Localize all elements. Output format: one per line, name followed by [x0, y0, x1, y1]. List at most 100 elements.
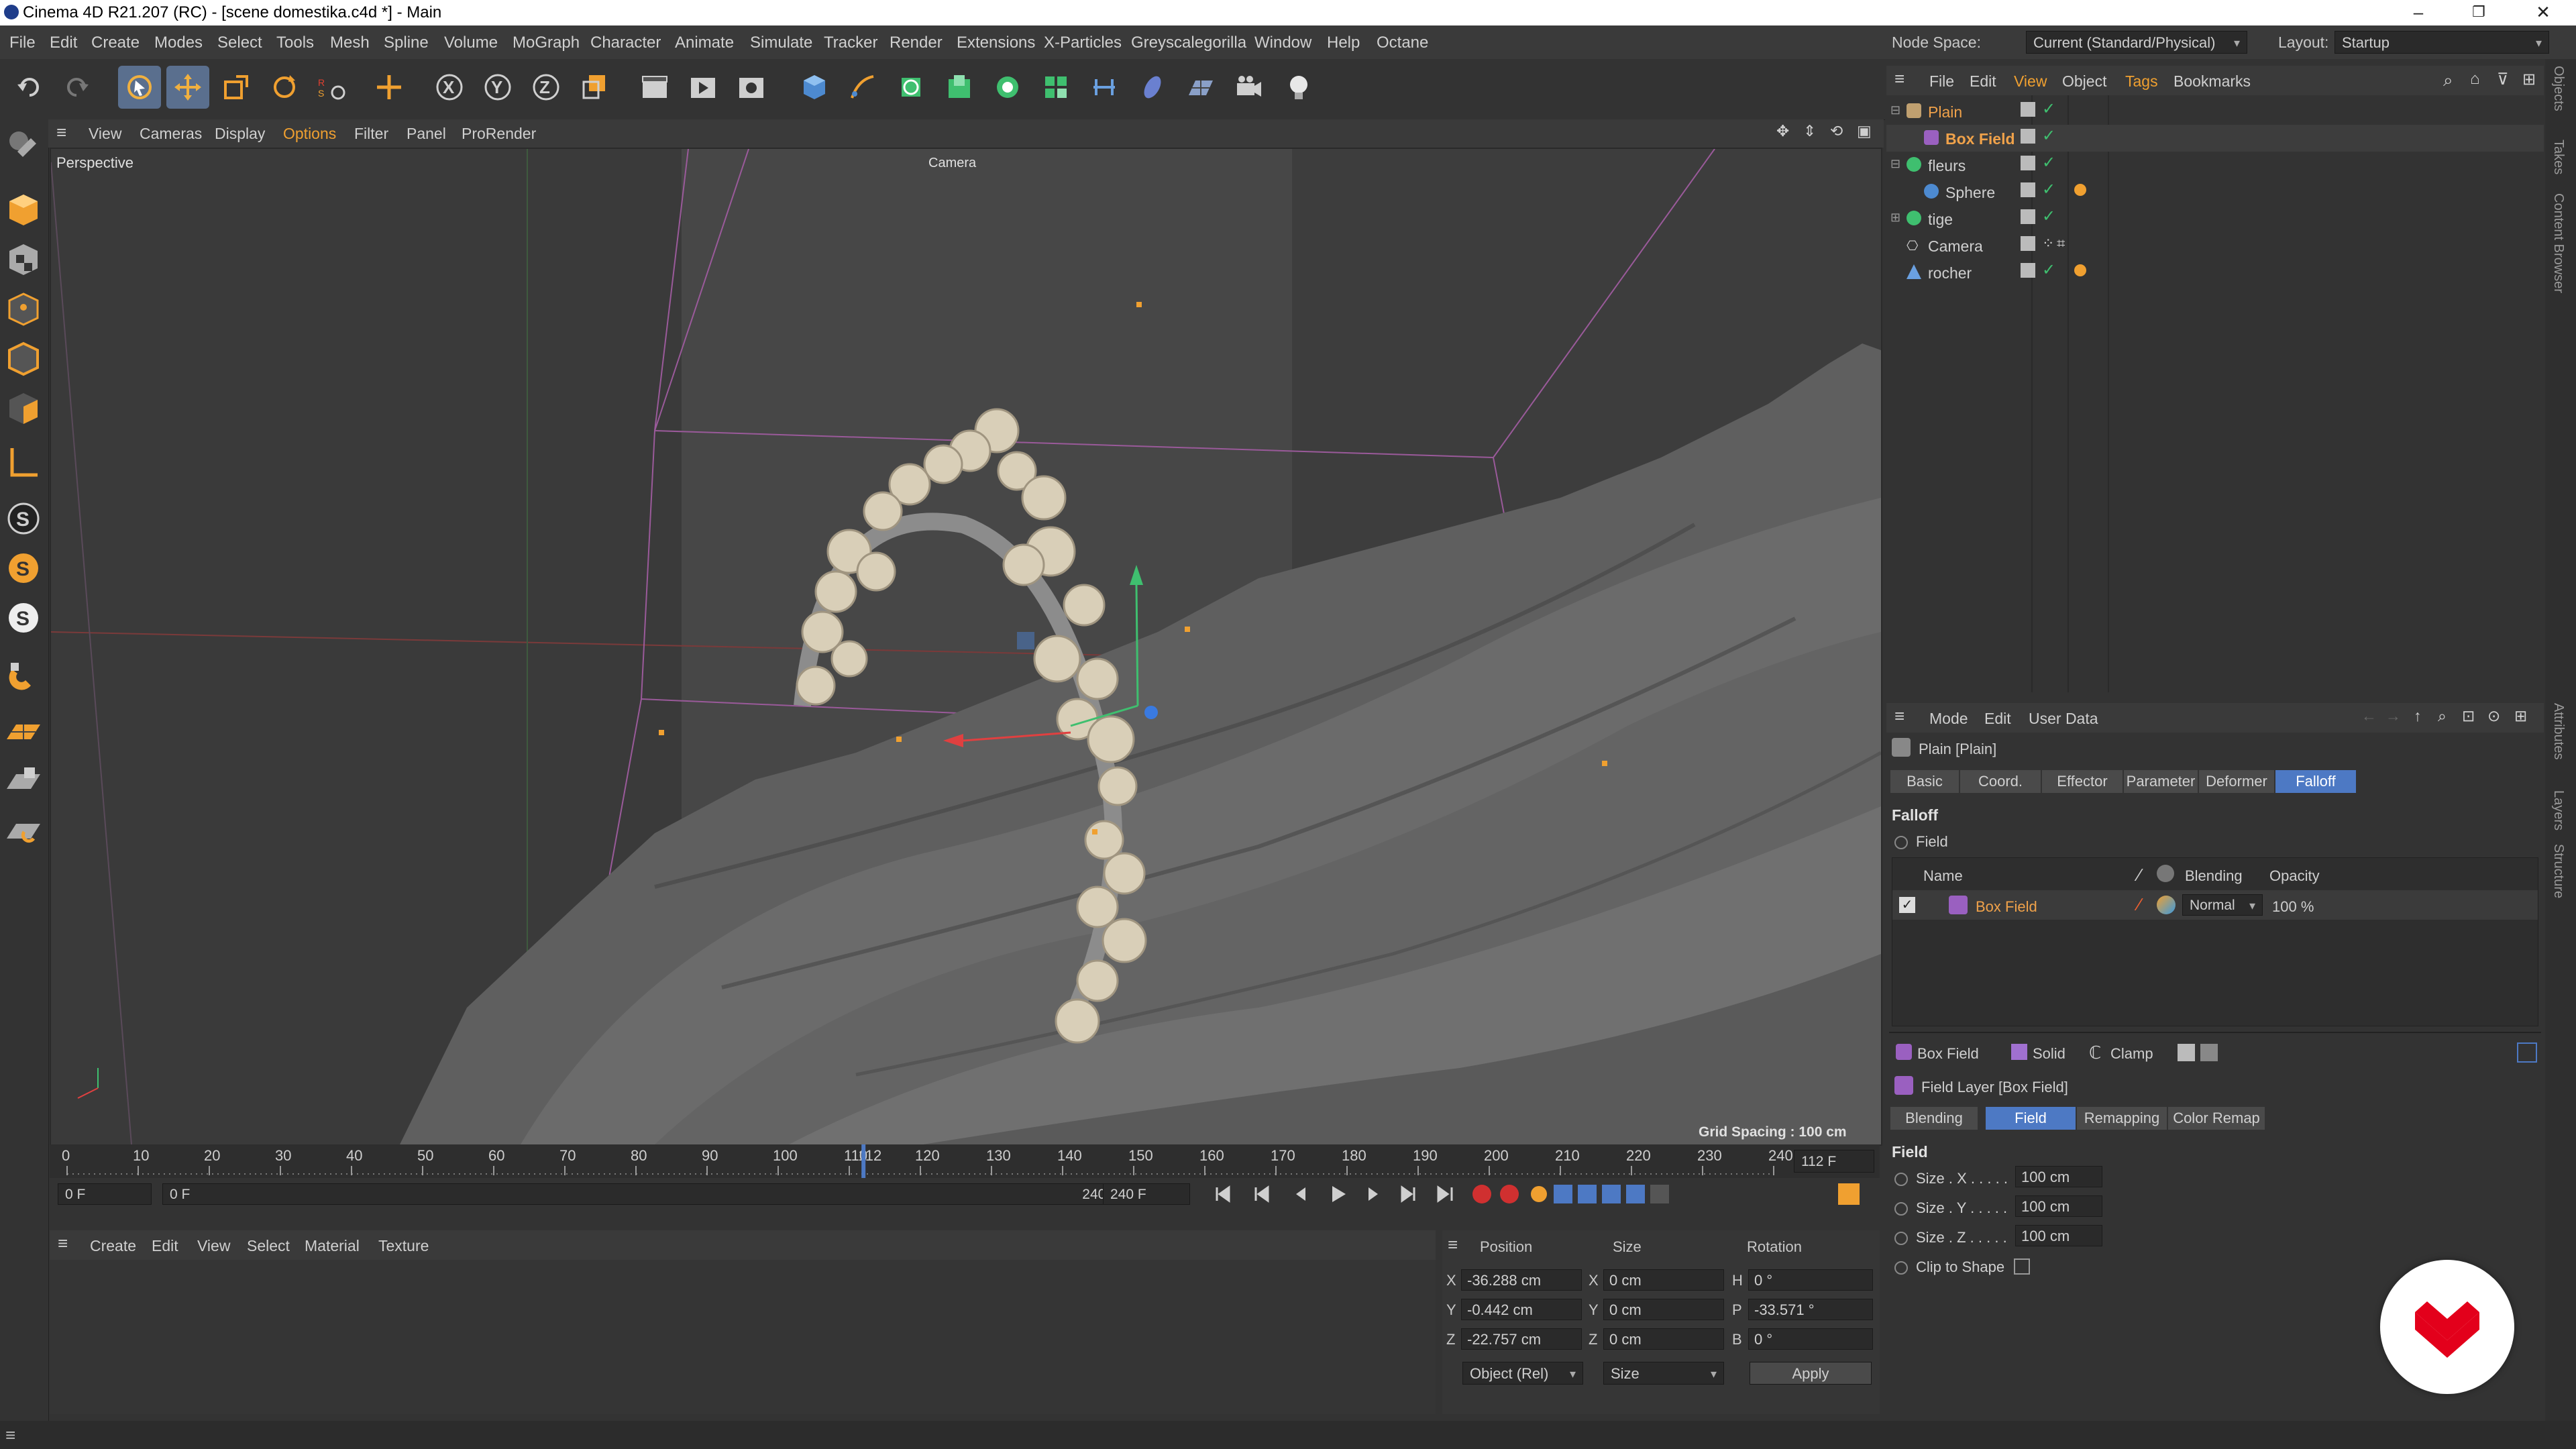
- quantize-button[interactable]: [4, 812, 43, 851]
- subdivision-surface-button[interactable]: [890, 66, 932, 109]
- new-panel-icon[interactable]: ⊞: [2514, 707, 2527, 725]
- object-row-fleurs[interactable]: ⊟ fleurs ✓: [1886, 152, 2544, 178]
- axis-mode-button[interactable]: [4, 443, 43, 482]
- attr-menu-edit[interactable]: Edit: [1984, 710, 2011, 728]
- size-x-field[interactable]: 0 cm: [1603, 1269, 1724, 1291]
- tab-basic[interactable]: Basic: [1890, 770, 1959, 793]
- mograph-effector-button[interactable]: [1034, 66, 1077, 109]
- menu-modes[interactable]: Modes: [154, 34, 203, 52]
- solo-hierarchy-button[interactable]: S: [4, 549, 43, 588]
- viewport-menu-view[interactable]: View: [89, 125, 121, 143]
- apply-button[interactable]: Apply: [1750, 1362, 1872, 1385]
- render-picture-viewer-button[interactable]: [682, 66, 724, 109]
- polygons-mode-button[interactable]: [4, 389, 43, 428]
- panel-menu-icon[interactable]: ≡: [58, 1233, 68, 1254]
- attr-menu-user-data[interactable]: User Data: [2029, 710, 2098, 728]
- menu-render[interactable]: Render: [890, 34, 943, 52]
- viewport-menu-panel[interactable]: Panel: [407, 125, 446, 143]
- curve-icon[interactable]: ∕: [2138, 894, 2141, 915]
- rotation-h-field[interactable]: 0 °: [1748, 1269, 1873, 1291]
- material-menu-view[interactable]: View: [197, 1237, 230, 1255]
- add-modifier-icon[interactable]: [2178, 1044, 2195, 1061]
- points-mode-button[interactable]: [4, 290, 43, 329]
- tab-layer-remapping[interactable]: Remapping: [2077, 1107, 2167, 1130]
- phong-tag-icon[interactable]: [2074, 184, 2086, 196]
- menu-spline[interactable]: Spline: [384, 34, 429, 52]
- rotate-tool-button[interactable]: [263, 66, 306, 109]
- tab-parameter[interactable]: Parameter: [2124, 770, 2198, 793]
- menu-animate[interactable]: Animate: [675, 34, 734, 52]
- perspective-viewport[interactable]: Perspective Camera Grid Spacing : 100 cm: [50, 148, 1882, 1146]
- viewport-menu-cameras[interactable]: Cameras: [140, 125, 202, 143]
- position-z-field[interactable]: -22.757 cm: [1461, 1328, 1582, 1350]
- undo-button[interactable]: [8, 66, 51, 109]
- panel-menu-icon[interactable]: ≡: [5, 1425, 15, 1446]
- menu-window[interactable]: Window: [1254, 34, 1311, 52]
- move-tool-button[interactable]: [166, 66, 209, 109]
- make-editable-button[interactable]: [4, 125, 43, 164]
- solo-off-button[interactable]: S: [4, 598, 43, 637]
- back-arrow-icon[interactable]: ←: [2361, 707, 2377, 725]
- maximize-button[interactable]: ❐: [2455, 0, 2502, 25]
- rotation-b-field[interactable]: 0 °: [1748, 1328, 1873, 1350]
- add-folder-icon[interactable]: [2200, 1044, 2218, 1061]
- object-row-rocher[interactable]: rocher ✓: [1886, 259, 2544, 286]
- size-z-field[interactable]: 0 cm: [1603, 1328, 1724, 1350]
- collapse-icon[interactable]: ⊞: [1890, 211, 1900, 225]
- model-mode-button[interactable]: [4, 191, 43, 229]
- viewport-menu-options[interactable]: Options: [283, 125, 336, 143]
- z-axis-lock-button[interactable]: Z: [525, 66, 568, 109]
- panel-menu-icon[interactable]: ≡: [1894, 706, 1904, 727]
- edit-layer-icon[interactable]: [2021, 209, 2035, 224]
- viewport-move-icon[interactable]: ✥: [1776, 122, 1789, 140]
- edit-layer-icon[interactable]: [2021, 102, 2035, 117]
- settings-icon[interactable]: ⊙: [2487, 707, 2500, 725]
- field-row-box-field[interactable]: ✓ Box Field ∕ Normal ▾ 100 %: [1892, 890, 2538, 920]
- size-y-field[interactable]: 100 cm: [2015, 1195, 2102, 1217]
- tab-layer-blending[interactable]: Blending: [1890, 1107, 1978, 1130]
- extrude-button[interactable]: [938, 66, 981, 109]
- collapse-icon[interactable]: ⊟: [1890, 103, 1900, 117]
- position-y-field[interactable]: -0.442 cm: [1461, 1299, 1582, 1320]
- y-axis-lock-button[interactable]: Y: [476, 66, 519, 109]
- menu-create[interactable]: Create: [91, 34, 140, 52]
- menu-mograph[interactable]: MoGraph: [513, 34, 580, 52]
- object-menu-bookmarks[interactable]: Bookmarks: [2174, 72, 2251, 91]
- menu-character[interactable]: Character: [590, 34, 661, 52]
- tab-layer-color-remap[interactable]: Color Remap: [2168, 1107, 2265, 1130]
- material-manager-area[interactable]: [50, 1260, 1436, 1414]
- tab-effector[interactable]: Effector: [2042, 770, 2123, 793]
- node-space-dropdown[interactable]: Current (Standard/Physical) ▾: [2026, 31, 2247, 54]
- menu-x-particles[interactable]: X-Particles: [1044, 34, 1122, 52]
- panel-menu-icon[interactable]: ≡: [1894, 68, 1904, 89]
- deformer-button[interactable]: [1083, 66, 1126, 109]
- object-menu-tags[interactable]: Tags: [2125, 72, 2158, 91]
- tab-deformer[interactable]: Deformer: [2199, 770, 2274, 793]
- x-axis-lock-button[interactable]: X: [428, 66, 471, 109]
- timeline-playhead[interactable]: [861, 1144, 866, 1178]
- field-enabled-checkbox[interactable]: ✓: [1899, 897, 1915, 913]
- viewport-menu-prorender[interactable]: ProRender: [462, 125, 536, 143]
- side-tab-objects[interactable]: Objects: [2551, 66, 2566, 111]
- preview-range-slider[interactable]: 0 F 240 F: [162, 1183, 1128, 1205]
- size-y-field[interactable]: 0 cm: [1603, 1299, 1724, 1320]
- object-row-plain[interactable]: ⊟ Plain ✓: [1886, 98, 2544, 125]
- viewport-maximize-icon[interactable]: ▣: [1857, 122, 1872, 140]
- material-menu-texture[interactable]: Texture: [378, 1237, 429, 1255]
- menu-tools[interactable]: Tools: [276, 34, 314, 52]
- size-mode-dropdown[interactable]: Size ▾: [1603, 1362, 1724, 1385]
- side-tab-content-browser[interactable]: Content Browser: [2551, 193, 2566, 293]
- material-menu-edit[interactable]: Edit: [152, 1237, 178, 1255]
- edit-layer-icon[interactable]: [2021, 182, 2035, 197]
- workplane-button[interactable]: [4, 712, 43, 751]
- side-tab-attributes[interactable]: Attributes: [2551, 703, 2566, 759]
- texture-mode-button[interactable]: [4, 240, 43, 279]
- edit-layer-icon[interactable]: [2021, 263, 2035, 278]
- end-frame-field[interactable]: 240 F: [1103, 1183, 1190, 1205]
- minimize-button[interactable]: –: [2395, 0, 2442, 25]
- menu-select[interactable]: Select: [217, 34, 262, 52]
- enabled-check-icon[interactable]: ✓: [2042, 260, 2055, 280]
- object-menu-view[interactable]: View: [2014, 72, 2047, 91]
- clip-to-shape-checkbox[interactable]: [2014, 1258, 2030, 1275]
- filter-icon[interactable]: ⊽: [2497, 70, 2509, 89]
